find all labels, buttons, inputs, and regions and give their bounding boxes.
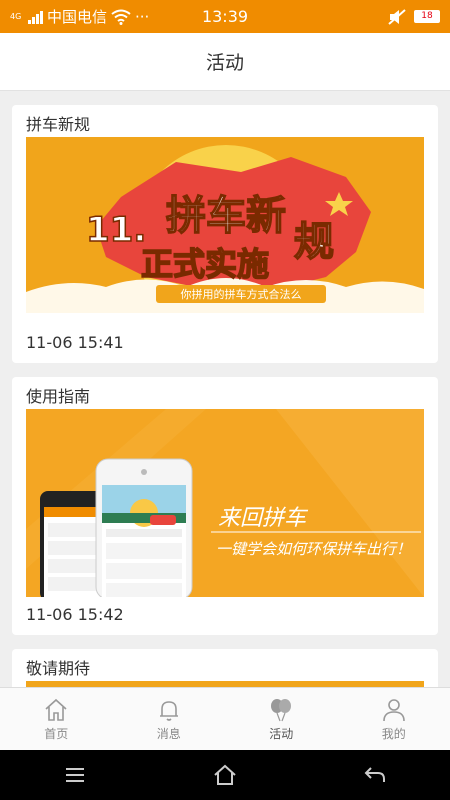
wifi-icon: [111, 9, 131, 25]
network-type: 4G: [10, 12, 22, 21]
svg-text:规: 规: [294, 219, 334, 265]
app-bar: 活动: [0, 33, 450, 91]
status-bar: 4G 中国电信 ··· 13:39 18: [0, 0, 450, 33]
menu-icon[interactable]: [63, 763, 87, 787]
nav-label: 首页: [44, 726, 69, 741]
svg-text:正式实施: 正式实施: [141, 245, 269, 283]
banner-art: 来回拼车 一键学会如何环保拼车出行！: [26, 409, 424, 597]
card-title: 敬请期待: [26, 659, 91, 678]
nav-label: 我的: [381, 726, 406, 741]
bottom-nav: 首页 消息 活动 我的: [0, 687, 450, 750]
balloons-icon: [271, 698, 292, 721]
more-notifications: ···: [135, 7, 150, 26]
svg-text:一键学会如何环保拼车出行！: 一键学会如何环保拼车出行！: [216, 540, 411, 558]
svg-text:来回拼车: 来回拼车: [218, 506, 309, 531]
activity-card-user-guide[interactable]: 使用指南 来回拼车 一键学会如何环保拼车出行！ 11-06 15:42: [12, 377, 438, 635]
nav-messages[interactable]: 消息: [113, 688, 226, 750]
carpool-rules-banner[interactable]: 11. 拼车新 规 正式实施 你拼用的拼车方式合法么: [26, 137, 424, 313]
banner-art: 11. 拼车新 规 正式实施 你拼用的拼车方式合法么: [26, 137, 424, 313]
card-date: 11-06 15:41: [26, 333, 124, 352]
person-icon: [382, 698, 405, 721]
battery-indicator: 18: [414, 10, 440, 23]
svg-text:拼车新: 拼车新: [166, 193, 286, 239]
signal-icon: [28, 10, 43, 24]
page-title: 活动: [205, 52, 244, 74]
card-title: 拼车新规: [26, 115, 91, 134]
activity-card-coming-soon[interactable]: 敬请期待: [12, 649, 438, 687]
svg-text:你拼用的拼车方式合法么: 你拼用的拼车方式合法么: [181, 287, 302, 301]
bell-icon: [159, 700, 178, 721]
activity-card-carpool-rules[interactable]: 拼车新规 11. 拼车新 规 正式实施 你拼用的拼车方式合法么 11-06 15…: [12, 105, 438, 363]
card-title: 使用指南: [26, 387, 91, 406]
nav-home[interactable]: 首页: [0, 688, 113, 750]
svg-text:11.: 11.: [86, 210, 146, 250]
nav-activities[interactable]: 活动: [225, 688, 338, 750]
carrier-name: 中国电信: [47, 8, 108, 26]
phone-front-illustration: [95, 458, 193, 597]
user-guide-banner[interactable]: 来回拼车 一键学会如何环保拼车出行！: [26, 409, 424, 597]
home-outline-icon[interactable]: [213, 763, 237, 787]
card-date: 11-06 15:42: [26, 605, 124, 624]
system-nav-bar: [0, 750, 450, 800]
home-icon: [45, 698, 67, 721]
back-icon[interactable]: [363, 763, 387, 787]
mute-icon: [388, 8, 406, 25]
nav-profile[interactable]: 我的: [338, 688, 450, 750]
activity-list[interactable]: 拼车新规 11. 拼车新 规 正式实施 你拼用的拼车方式合法么 11-06 15…: [0, 91, 450, 687]
nav-label: 消息: [156, 726, 181, 741]
nav-label: 活动: [269, 726, 294, 741]
